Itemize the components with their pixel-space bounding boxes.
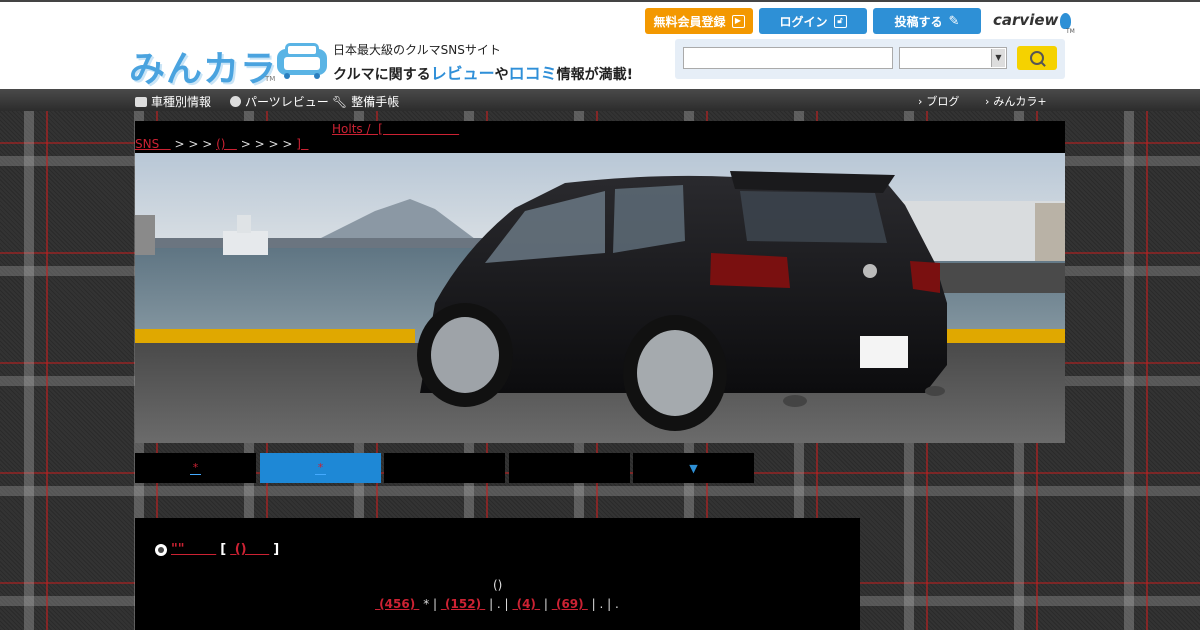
title-bracket-open: [ <box>220 542 227 557</box>
carview-text: carview <box>993 11 1059 29</box>
search-area: ▼ <box>675 39 1065 79</box>
search-button[interactable] <box>1017 46 1057 70</box>
nav-label: パーツレビュー <box>245 95 329 109</box>
panel-subtitle: () <box>493 578 503 592</box>
page-title: "" [ () ] <box>155 542 279 557</box>
nav-item-minkara-plus[interactable]: › みんカラ+ <box>985 93 1047 109</box>
search-icon <box>1030 51 1044 65</box>
site-logo[interactable]: みんカラ <box>129 40 277 92</box>
carview-trademark: TM <box>1066 28 1075 35</box>
car-icon <box>135 96 147 107</box>
breadcrumb-paren-link[interactable]: () <box>216 137 237 151</box>
nav-item-parts-review[interactable]: パーツレビュー <box>230 93 329 110</box>
chevron-right-icon: › <box>985 94 990 108</box>
tagline-text-2: や <box>494 67 509 83</box>
post-button[interactable]: 投稿する ✎ <box>873 8 981 34</box>
tagline-primary: 日本最大級のクルマSNSサイト <box>333 43 501 57</box>
lock-icon: 🔓︎ <box>833 14 847 28</box>
tagline-secondary: クルマに関するレビューやロコミ情報が満載! <box>333 60 633 84</box>
site-header: みんカラ TM 日本最大級のクルマSNSサイト クルマに関するレビューやロコミ情… <box>0 0 1200 92</box>
title-link[interactable]: "" <box>171 542 216 557</box>
carview-logo[interactable]: carview <box>993 11 1072 29</box>
nav-item-blog[interactable]: › ブログ <box>918 93 959 109</box>
nav-label: みんカラ+ <box>993 95 1047 108</box>
wrench-icon: 🔧︎ <box>332 94 348 109</box>
logo-trademark: TM <box>265 75 276 83</box>
nav-label: 整備手帳 <box>351 95 400 109</box>
tagline-text-3: 情報が満載! <box>556 67 634 83</box>
breadcrumb-end-link[interactable]: ] <box>296 137 308 151</box>
main-nav: 車種別情報 パーツレビュー 🔧︎ 整備手帳 › ブログ › みんカラ+ <box>0 89 1200 112</box>
search-input[interactable] <box>683 47 893 69</box>
breadcrumb: Holts / [ SNS > > > () > > > > ] <box>135 121 1065 153</box>
register-button[interactable]: 無料会員登録 ▶ <box>645 8 753 34</box>
nav-item-maintenance[interactable]: 🔧︎ 整備手帳 <box>332 93 399 110</box>
stat-link-4[interactable]: (69) <box>552 597 588 611</box>
breadcrumb-path: SNS > > > () > > > > ] <box>135 137 309 151</box>
breadcrumb-sep: > > > > <box>236 137 297 151</box>
tab-4[interactable] <box>509 453 630 483</box>
breadcrumb-sep: > > > <box>170 137 217 151</box>
tab-2[interactable]: * <box>260 453 381 483</box>
login-label: ログイン <box>779 14 828 29</box>
stat-link-1[interactable]: (456) <box>375 597 419 611</box>
tagline-kuchikomi: ロコミ <box>508 64 557 83</box>
nav-label: 車種別情報 <box>151 95 212 109</box>
profile-tabs: * * ▼ <box>135 453 755 483</box>
tab-label: * <box>314 461 327 475</box>
tagline-text-1: クルマに関する <box>333 67 431 83</box>
stat-sep: | . | . <box>587 597 619 611</box>
content-panel: "" [ () ] () (456) * | (152) | . | (4) |… <box>135 518 860 630</box>
tab-1[interactable]: * <box>135 453 256 483</box>
chevron-down-icon: ▼ <box>689 461 698 475</box>
carview-mark-icon <box>1060 12 1072 29</box>
pen-icon: ✎ <box>948 13 960 29</box>
title-bracket-close: ] <box>273 542 280 557</box>
stat-sep: * | <box>419 597 441 611</box>
search-category-select[interactable]: ▼ <box>899 47 1007 69</box>
profile-banner-image <box>135 153 1065 443</box>
tab-more[interactable]: ▼ <box>633 453 754 483</box>
breadcrumb-sns-link[interactable]: SNS <box>135 137 171 151</box>
tab-3[interactable] <box>384 453 505 483</box>
post-label: 投稿する <box>894 14 943 29</box>
tab-label: * <box>189 461 202 475</box>
stats-row: (456) * | (152) | . | (4) | (69) | . | . <box>375 597 619 611</box>
breadcrumb-top-link[interactable]: Holts / [ <box>332 122 459 136</box>
chevron-right-icon: › <box>918 94 923 108</box>
stat-link-3[interactable]: (4) <box>512 597 540 611</box>
nav-label: ブログ <box>926 95 960 108</box>
bullet-icon <box>155 543 167 556</box>
carlife-badge-icon <box>277 43 327 79</box>
nav-item-car-info[interactable]: 車種別情報 <box>135 93 211 110</box>
wheel-icon <box>230 96 241 107</box>
chevron-down-icon[interactable]: ▼ <box>991 49 1005 67</box>
login-button[interactable]: ログイン 🔓︎ <box>759 8 867 34</box>
stat-link-2[interactable]: (152) <box>441 597 485 611</box>
stat-sep: | . | <box>485 597 513 611</box>
play-icon: ▶ <box>731 14 745 28</box>
tagline-review: レビュー <box>430 64 495 83</box>
stat-sep: | <box>540 597 552 611</box>
title-paren-link[interactable]: () <box>230 542 269 557</box>
register-label: 無料会員登録 <box>653 14 726 29</box>
